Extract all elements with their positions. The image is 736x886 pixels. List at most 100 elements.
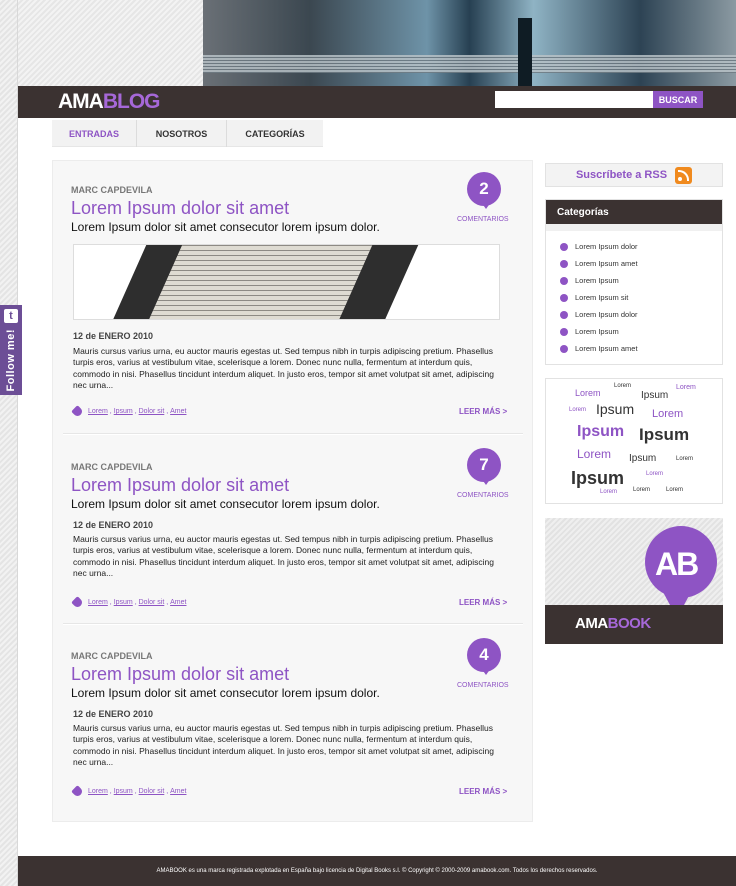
post-1: MARC CAPDEVILA Lorem Ipsum dolor sit ame… [53,161,532,429]
tag-link[interactable]: Ipsum [114,788,133,795]
tag-link[interactable]: Amet [170,788,186,795]
post-body: Mauris cursus varius urna, eu auctor mau… [73,346,494,390]
footer-text: AMABOOK es una marca registrada explotad… [156,868,598,874]
read-more-link[interactable]: LEER MÁS > [459,407,507,416]
cloud-tag[interactable]: Lorem [676,456,693,462]
tag-link[interactable]: Dolor sit [139,788,165,795]
category-label: Lorem Ipsum dolor [575,242,638,251]
ereader-screen [141,245,375,319]
ad-badge-text: AB [655,546,699,582]
rss-icon [675,166,693,184]
category-label: Lorem Ipsum sit [575,293,629,302]
category-item[interactable]: Lorem Ipsum sit [560,289,722,306]
category-label: Lorem Ipsum [575,327,619,336]
cloud-tag[interactable]: Lorem [575,388,601,398]
left-stripe-background [0,0,18,886]
cloud-tag[interactable]: Ipsum [639,425,689,445]
ereader-device [97,245,423,319]
follow-me-tab[interactable]: t Follow me! [0,305,22,395]
cloud-tag[interactable]: Lorem [577,447,611,461]
search-button[interactable]: BUSCAR [653,91,703,108]
category-label: Lorem Ipsum amet [575,344,638,353]
tag-icon [71,405,84,418]
post-divider [63,433,523,435]
comment-count-bubble[interactable]: 7 [467,448,501,482]
tag-link[interactable]: Dolor sit [139,408,165,415]
cloud-tag[interactable]: Lorem [652,408,683,420]
post-subtitle: Lorem Ipsum dolor sit amet consecutor lo… [71,686,380,700]
post-author: MARC CAPDEVILA [71,185,153,195]
category-label: Lorem Ipsum amet [575,259,638,268]
rss-subscribe-button[interactable]: Suscríbete a RSS [545,163,723,187]
comment-count-bubble[interactable]: 4 [467,638,501,672]
bullet-icon [560,259,568,268]
comments-label[interactable]: COMENTARIOS [457,216,509,223]
bubble-tail [481,202,491,209]
categories-widget: Categorías Lorem Ipsum dolor Lorem Ipsum… [545,199,723,365]
post-title[interactable]: Lorem Ipsum dolor sit amet [71,198,289,219]
post-tags: Lorem , Ipsum , Dolor sit , Amet [71,785,186,798]
rss-label: Suscríbete a RSS [575,169,668,181]
comment-count-bubble[interactable]: 2 [467,172,501,206]
cloud-tag[interactable]: Ipsum [596,401,634,417]
tag-link[interactable]: Amet [170,408,186,415]
post-title[interactable]: Lorem Ipsum dolor sit amet [71,664,289,685]
cloud-tag[interactable]: Ipsum [571,468,624,489]
tag-cloud-widget: Lorem Lorem Ipsum Lorem Lorem Ipsum Lore… [545,378,723,504]
post-image-ereader [73,244,500,320]
nav-nosotros[interactable]: NOSOTROS [137,120,227,147]
post-author: MARC CAPDEVILA [71,462,153,472]
tag-link[interactable]: Ipsum [114,599,133,606]
cloud-tag[interactable]: Lorem [646,471,663,477]
category-item[interactable]: Lorem Ipsum [560,323,722,340]
post-divider [63,623,523,625]
bubble-tail [481,478,491,485]
cloud-tag[interactable]: Lorem [614,383,631,389]
follow-me-label: Follow me! [5,329,17,392]
nav-categorias[interactable]: CATEGORÍAS [227,120,323,147]
amabook-ad-banner[interactable]: AB AMABOOK [545,518,723,644]
cloud-tag[interactable]: Lorem [633,487,650,493]
category-item[interactable]: Lorem Ipsum dolor [560,238,722,255]
category-item[interactable]: Lorem Ipsum dolor [560,306,722,323]
tag-link[interactable]: Amet [170,599,186,606]
read-more-link[interactable]: LEER MÁS > [459,598,507,607]
category-item[interactable]: Lorem Ipsum amet [560,340,722,357]
tag-link[interactable]: Ipsum [114,408,133,415]
cloud-tag[interactable]: Ipsum [577,423,624,441]
tag-link[interactable]: Lorem [88,788,108,795]
cloud-tag[interactable]: Lorem [569,407,586,413]
ad-logo-ama: AMA [575,615,608,632]
page: AMABLOG BUSCAR ENTRADAS NOSOTROS CATEGOR… [18,0,736,886]
read-more-link[interactable]: LEER MÁS > [459,787,507,796]
tag-link[interactable]: Dolor sit [139,599,165,606]
post-3: MARC CAPDEVILA Lorem Ipsum dolor sit ame… [53,627,532,817]
category-item[interactable]: Lorem Ipsum amet [560,255,722,272]
bullet-icon [560,293,568,302]
search-input[interactable] [495,91,653,108]
cloud-tag[interactable]: Ipsum [641,390,668,401]
cloud-tag[interactable]: Lorem [666,487,683,493]
nav-entradas[interactable]: ENTRADAS [52,120,137,147]
tag-icon [71,785,84,798]
tumblr-icon: t [4,309,18,323]
footer: AMABOOK es una marca registrada explotad… [18,856,736,886]
cloud-tag[interactable]: Lorem [600,489,617,495]
post-tags: Lorem , Ipsum , Dolor sit , Amet [71,596,186,609]
book-spine [518,18,532,86]
ad-logo-book: BOOK [607,615,652,632]
site-logo[interactable]: AMABLOG [58,90,160,114]
bullet-icon [560,327,568,336]
category-item[interactable]: Lorem Ipsum [560,272,722,289]
post-subtitle: Lorem Ipsum dolor sit amet consecutor lo… [71,220,380,234]
post-author: MARC CAPDEVILA [71,651,153,661]
cloud-tag[interactable]: Lorem [676,384,696,391]
tag-link[interactable]: Lorem [88,408,108,415]
cloud-tag[interactable]: Ipsum [629,453,656,464]
tag-link[interactable]: Lorem [88,599,108,606]
post-title[interactable]: Lorem Ipsum dolor sit amet [71,475,289,496]
comments-label[interactable]: COMENTARIOS [457,682,509,689]
post-date: 12 de ENERO 2010 [73,331,154,341]
comments-label[interactable]: COMENTARIOS [457,492,509,499]
ad-logo: AMABOOK [575,615,651,632]
